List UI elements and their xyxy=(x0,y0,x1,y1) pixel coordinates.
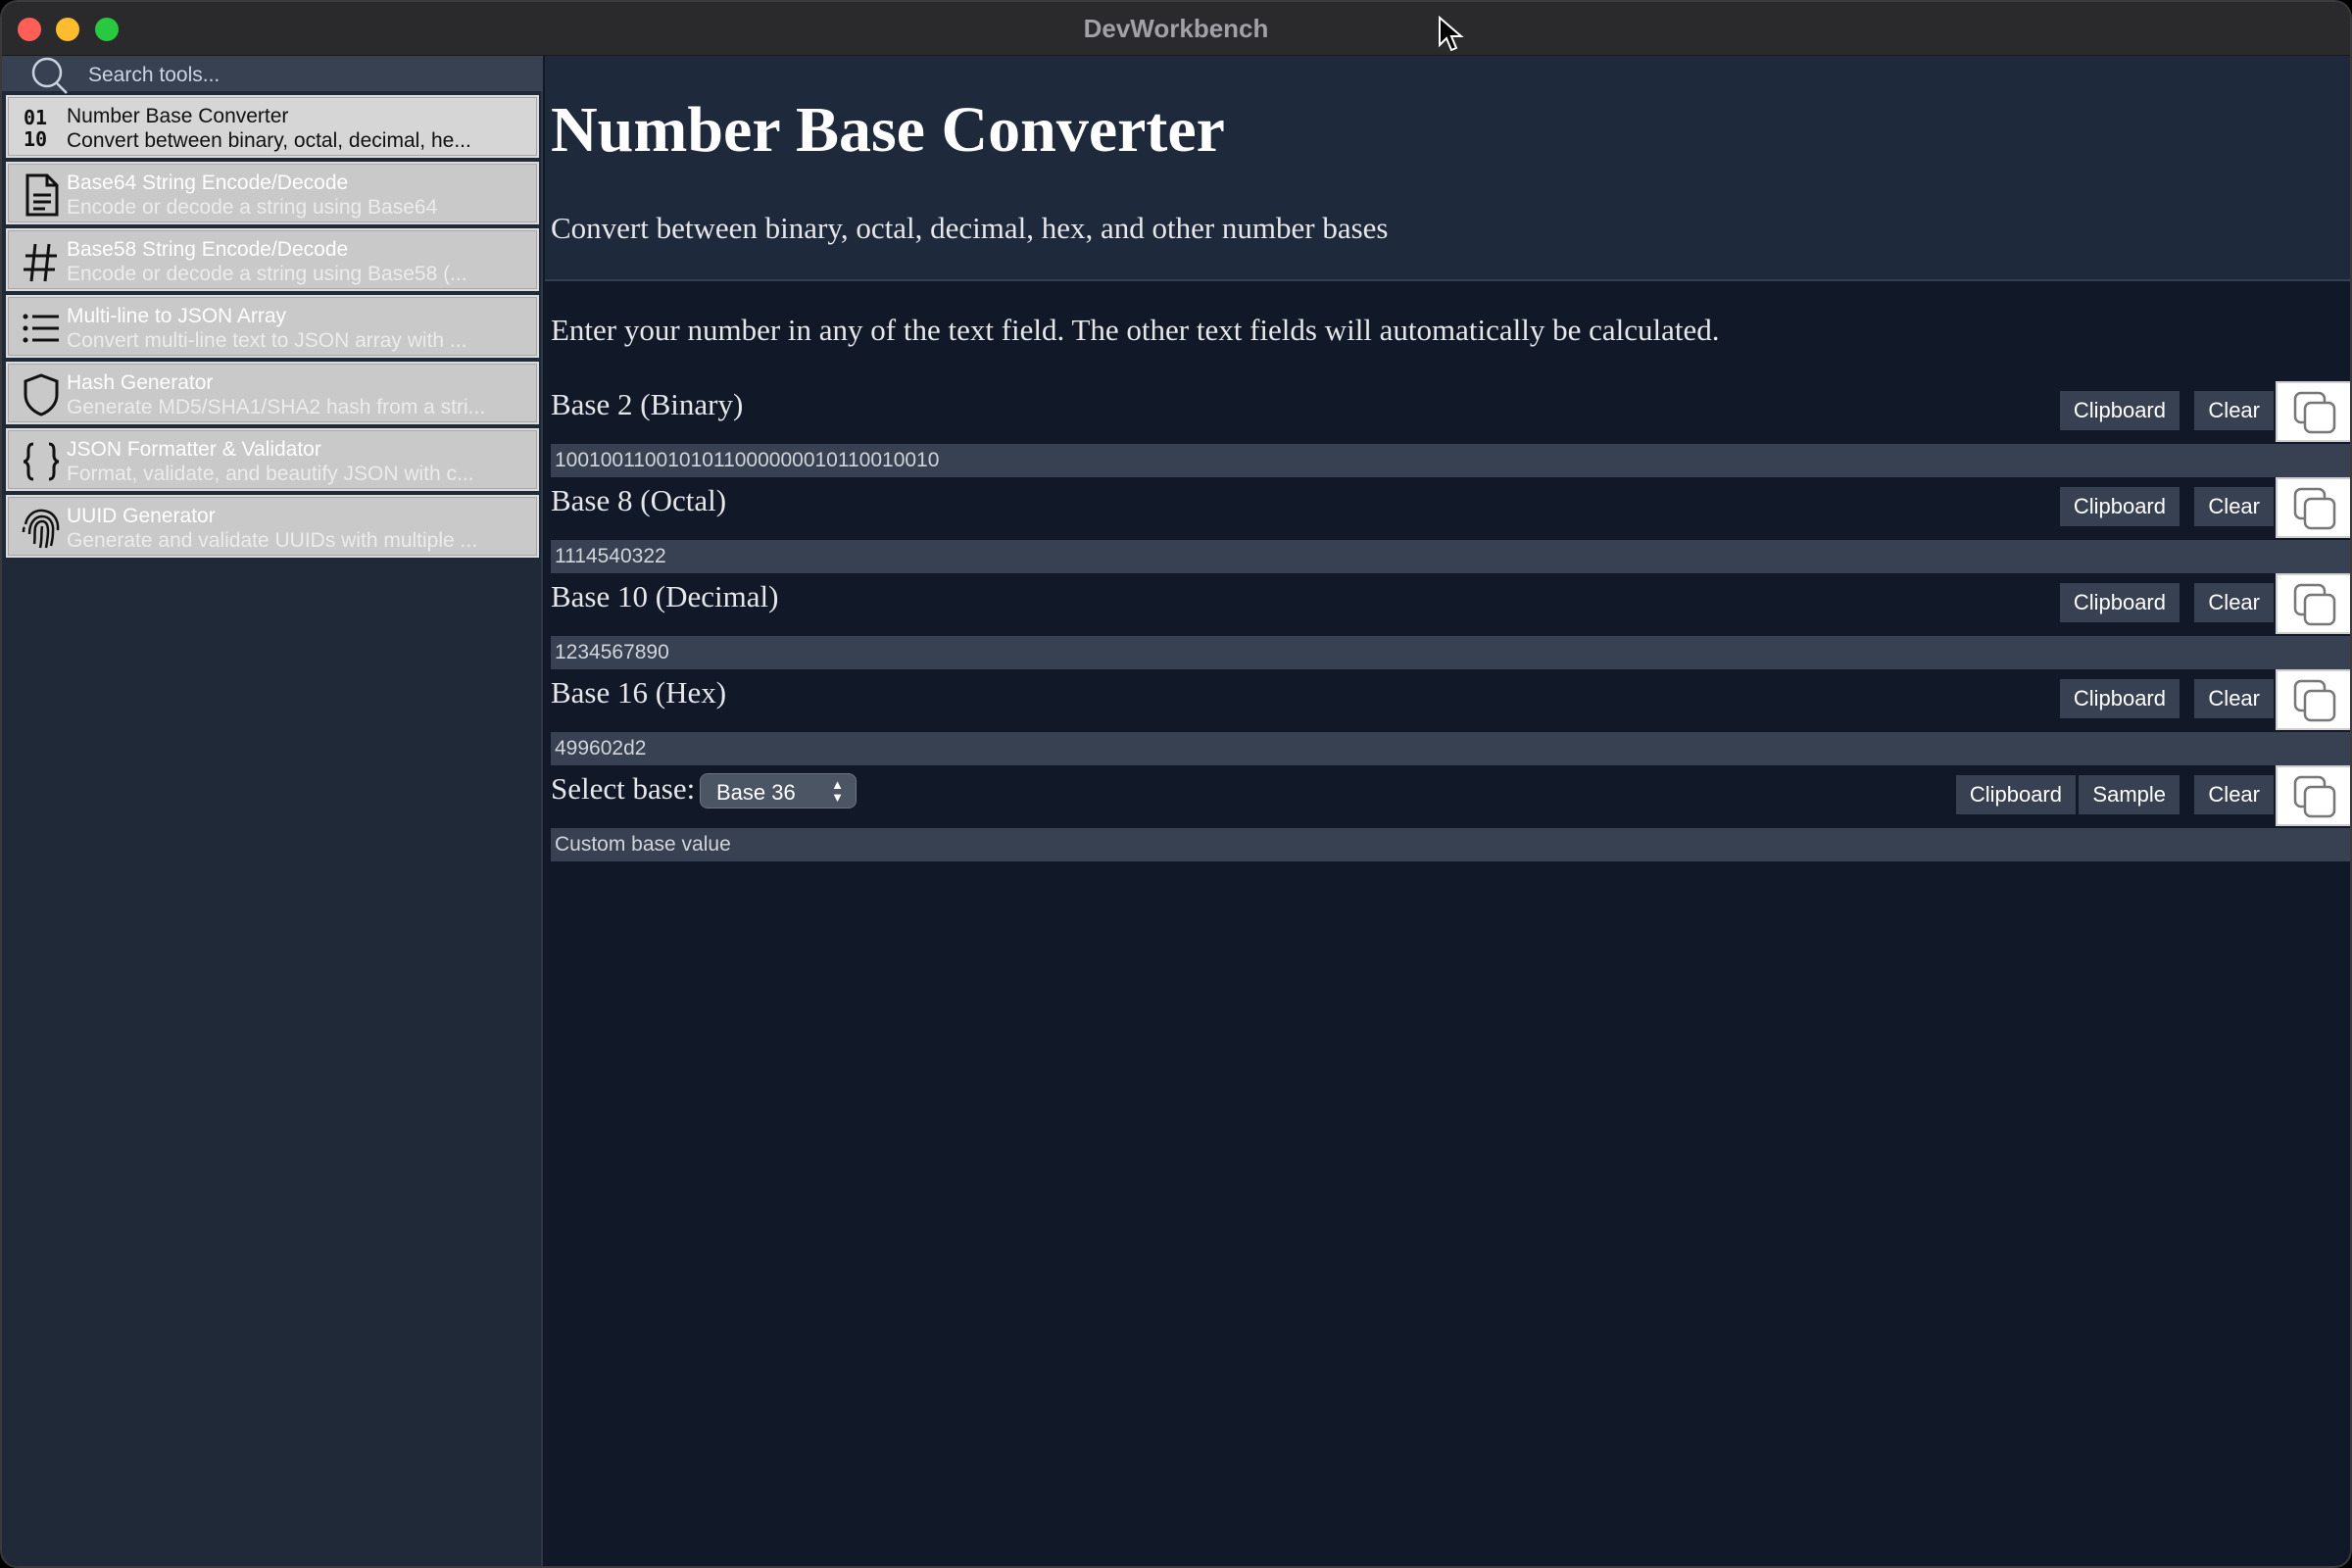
base-2-clear-button[interactable]: Clear xyxy=(2194,391,2274,430)
custom-clear-button[interactable]: Clear xyxy=(2194,775,2274,814)
copy-icon xyxy=(2293,583,2336,626)
base-8-clear-button[interactable]: Clear xyxy=(2194,487,2274,526)
main-content: Number Base Converter Convert between bi… xyxy=(545,56,2350,1566)
tool-name: Multi-line to JSON Array xyxy=(67,305,287,327)
custom-base-input[interactable] xyxy=(551,828,2350,861)
base-2-copy-button[interactable] xyxy=(2276,381,2350,442)
tool-item-base58[interactable]: Base58 String Encode/Decode Encode or de… xyxy=(6,228,539,291)
base-10-copy-button[interactable] xyxy=(2276,573,2350,634)
copy-icon xyxy=(2293,679,2336,722)
base-2-row: Base 2 (Binary) Clipboard Clear xyxy=(545,381,2350,477)
tool-name: Number Base Converter xyxy=(67,105,289,127)
tool-name: UUID Generator xyxy=(67,505,216,527)
custom-base-label: Select base: xyxy=(551,771,696,806)
base-10-row: Base 10 (Decimal) Clipboard Clear xyxy=(545,573,2350,669)
tool-description: Convert multi-line text to JSON array wi… xyxy=(67,329,467,352)
page-header: Number Base Converter Convert between bi… xyxy=(545,56,2350,281)
page-subtitle: Convert between binary, octal, decimal, … xyxy=(551,211,1389,245)
binary-icon: 01 10 xyxy=(24,106,47,151)
hash-icon xyxy=(24,243,57,282)
search-bar xyxy=(2,56,543,94)
base-select[interactable]: Base 36 ▲ ▼ xyxy=(700,773,857,808)
braces-icon xyxy=(23,442,60,481)
list-icon xyxy=(23,314,59,343)
tool-item-number-base-converter[interactable]: 01 10 Number Base Converter Convert betw… xyxy=(6,95,539,158)
base-8-copy-button[interactable] xyxy=(2276,477,2350,538)
svg-text:10: 10 xyxy=(24,127,47,151)
base-8-clipboard-button[interactable]: Clipboard xyxy=(2059,487,2180,526)
copy-icon xyxy=(2293,391,2336,434)
custom-clipboard-button[interactable]: Clipboard xyxy=(1955,775,2076,814)
base-2-clipboard-button[interactable]: Clipboard xyxy=(2059,391,2180,430)
tool-item-base64[interactable]: Base64 String Encode/Decode Encode or de… xyxy=(6,162,539,224)
search-icon xyxy=(31,57,68,94)
tool-name: JSON Formatter & Validator xyxy=(67,438,321,461)
fingerprint-icon xyxy=(22,509,60,549)
custom-copy-button[interactable] xyxy=(2276,765,2350,826)
base-8-row: Base 8 (Octal) Clipboard Clear xyxy=(545,477,2350,573)
base-8-input[interactable] xyxy=(551,540,2350,573)
base-16-clipboard-button[interactable]: Clipboard xyxy=(2059,679,2180,718)
tool-description: Encode or decode a string using Base58 (… xyxy=(67,263,467,285)
app-window: DevWorkbench 01 10 Number Base Converter… xyxy=(0,0,2352,1568)
base-16-input[interactable] xyxy=(551,732,2350,765)
tool-description: Format, validate, and beautify JSON with… xyxy=(67,463,474,485)
select-arrows-icon: ▲ ▼ xyxy=(831,777,844,805)
search-input[interactable] xyxy=(88,61,519,90)
custom-base-row: Select base: Base 36 ▲ ▼ Clipboard Sample… xyxy=(545,765,2350,861)
base-select-value: Base 36 xyxy=(716,780,796,805)
tool-description: Generate and validate UUIDs with multipl… xyxy=(67,529,478,552)
shield-icon xyxy=(24,373,59,416)
tool-item-multiline-json[interactable]: Multi-line to JSON Array Convert multi-l… xyxy=(6,295,539,358)
sidebar: 01 10 Number Base Converter Convert betw… xyxy=(2,56,543,1566)
mouse-cursor-icon xyxy=(1439,16,1464,52)
title-bar: DevWorkbench xyxy=(2,2,2350,56)
copy-icon xyxy=(2293,487,2336,530)
base-16-label: Base 16 (Hex) xyxy=(551,675,727,710)
custom-sample-button[interactable]: Sample xyxy=(2079,775,2180,814)
svg-text:01: 01 xyxy=(24,106,47,129)
base-16-clear-button[interactable]: Clear xyxy=(2194,679,2274,718)
document-icon xyxy=(25,173,59,217)
tool-description: Convert between binary, octal, decimal, … xyxy=(67,129,471,152)
tool-description: Encode or decode a string using Base64 xyxy=(67,196,438,219)
base-2-label: Base 2 (Binary) xyxy=(551,387,744,421)
window-title: DevWorkbench xyxy=(1083,14,1269,43)
base-10-input[interactable] xyxy=(551,636,2350,669)
base-10-label: Base 10 (Decimal) xyxy=(551,579,779,613)
tool-item-hash-generator[interactable]: Hash Generator Generate MD5/SHA1/SHA2 ha… xyxy=(6,362,539,424)
page-title: Number Base Converter xyxy=(551,94,1225,166)
copy-icon xyxy=(2293,775,2336,818)
tool-name: Hash Generator xyxy=(67,371,214,394)
base-10-clipboard-button[interactable]: Clipboard xyxy=(2059,583,2180,622)
base-16-copy-button[interactable] xyxy=(2276,669,2350,730)
tool-item-json-formatter[interactable]: JSON Formatter & Validator Format, valid… xyxy=(6,428,539,491)
tool-name: Base64 String Encode/Decode xyxy=(67,172,349,194)
tool-description: Generate MD5/SHA1/SHA2 hash from a stri.… xyxy=(67,396,486,418)
instructions-text: Enter your number in any of the text fie… xyxy=(551,313,1720,347)
tool-name: Base58 String Encode/Decode xyxy=(67,238,349,261)
tool-item-uuid-generator[interactable]: UUID Generator Generate and validate UUI… xyxy=(6,495,539,558)
tool-list: 01 10 Number Base Converter Convert betw… xyxy=(6,95,539,562)
base-16-row: Base 16 (Hex) Clipboard Clear xyxy=(545,669,2350,765)
base-10-clear-button[interactable]: Clear xyxy=(2194,583,2274,622)
base-8-label: Base 8 (Octal) xyxy=(551,483,727,517)
base-2-input[interactable] xyxy=(551,444,2350,477)
